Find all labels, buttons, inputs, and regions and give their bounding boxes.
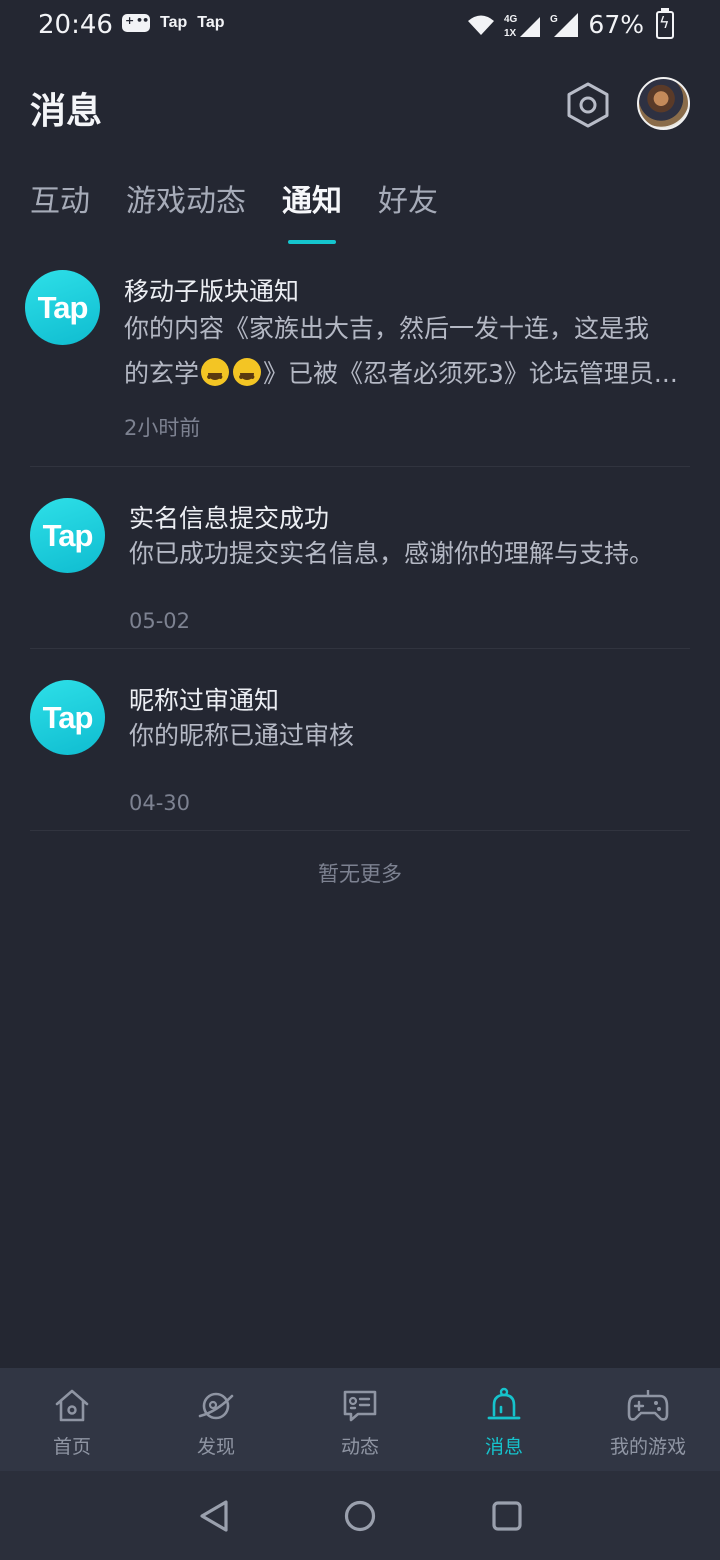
nav-messages[interactable]: 消息 [432,1368,576,1471]
body-text: 的玄学 [124,359,200,388]
notification-time: 04-30 [129,791,191,815]
status-right: 4G 1X G 67% [466,7,674,39]
svg-text:G: G [550,14,558,25]
user-avatar[interactable] [637,77,690,130]
tab-game-updates[interactable]: 游戏动态 [126,182,246,222]
status-notifications: Tap Tap [122,14,225,32]
message-tabs: 互动 游戏动态 通知 好友 [30,182,474,244]
signal-g-icon: G [550,12,579,37]
nav-label: 消息 [484,1436,523,1458]
body-text: 》已被《忍者必须死3》论坛管理员... [263,359,678,388]
notification-item[interactable]: Tap 实名信息提交成功 你已成功提交实名信息，感谢你的理解与支持。 05-02 [30,467,690,649]
active-tab-indicator [288,240,336,244]
settings-button[interactable] [565,82,611,128]
notification-title: 实名信息提交成功 [129,504,330,533]
tab-interaction[interactable]: 互动 [30,182,90,222]
tap-logo-icon: Tap [25,270,100,345]
gamepad-notification-icon [122,14,150,32]
notification-title: 移动子版块通知 [124,277,300,306]
planet-icon [198,1392,234,1420]
signal-4g-icon: 4G 1X [504,14,541,39]
nav-label: 发现 [196,1436,235,1458]
svg-text:4G: 4G [504,14,518,25]
notification-body: 你的内容《家族出大吉，然后一发十连，这是我 的玄学 》已被《忍者必须死3》论坛管理… [124,306,690,401]
notification-body-line: 的玄学 》已被《忍者必须死3》论坛管理员... [124,351,690,401]
nav-discover[interactable]: 发现 [144,1368,288,1471]
nav-label: 首页 [52,1436,91,1458]
chat-card-icon [343,1390,377,1422]
notification-item[interactable]: Tap 昵称过审通知 你的昵称已通过审核 04-30 [30,649,690,831]
nav-label: 我的游戏 [609,1436,686,1458]
battery-icon [656,7,674,39]
tab-friends[interactable]: 好友 [378,182,438,222]
notification-body: 你已成功提交实名信息，感谢你的理解与支持。 [129,539,655,568]
home-circle-icon[interactable] [343,1499,377,1533]
system-nav-bar [0,1471,720,1560]
nav-my-games[interactable]: 我的游戏 [576,1368,720,1471]
status-bar: 20:46 Tap Tap 4G 1X G 67% [0,0,720,52]
gamepad-icon [627,1390,669,1421]
bottom-nav: 首页 发现 动态 消息 我的游戏 [0,1368,720,1471]
grinning-emoji-icon [233,356,262,401]
notification-body: 你的昵称已通过审核 [129,721,355,750]
tap-notification-icon: Tap [160,14,188,31]
settings-hexagon-icon [567,82,609,128]
nav-home[interactable]: 首页 [0,1368,144,1471]
grinning-emoji-icon [201,356,230,401]
notification-time: 2小时前 [124,416,201,440]
notification-title: 昵称过审通知 [129,686,280,715]
bell-icon [487,1387,521,1420]
battery-percent: 67% [588,10,644,39]
no-more-text: 暂无更多 [318,862,402,886]
tap-notification-icon: Tap [197,14,225,31]
tab-notifications[interactable]: 通知 [282,182,342,244]
wifi-icon [468,15,495,35]
nav-feed[interactable]: 动态 [288,1368,432,1471]
svg-text:1X: 1X [504,28,517,39]
tap-logo-icon: Tap [30,680,105,755]
notification-list: Tap 移动子版块通知 你的内容《家族出大吉，然后一发十连，这是我 的玄学 》已被… [0,252,720,831]
nav-label: 动态 [340,1436,379,1458]
status-time: 20:46 [38,10,113,40]
notification-time: 05-02 [129,609,191,633]
recents-icon[interactable] [490,1499,524,1533]
tap-logo-icon: Tap [30,498,105,573]
notification-body-line: 你的内容《家族出大吉，然后一发十连，这是我 [124,314,650,343]
notification-item[interactable]: Tap 移动子版块通知 你的内容《家族出大吉，然后一发十连，这是我 的玄学 》已被… [25,252,690,467]
home-icon [55,1389,89,1422]
back-icon[interactable] [198,1499,232,1533]
page-title: 消息 [30,91,103,132]
